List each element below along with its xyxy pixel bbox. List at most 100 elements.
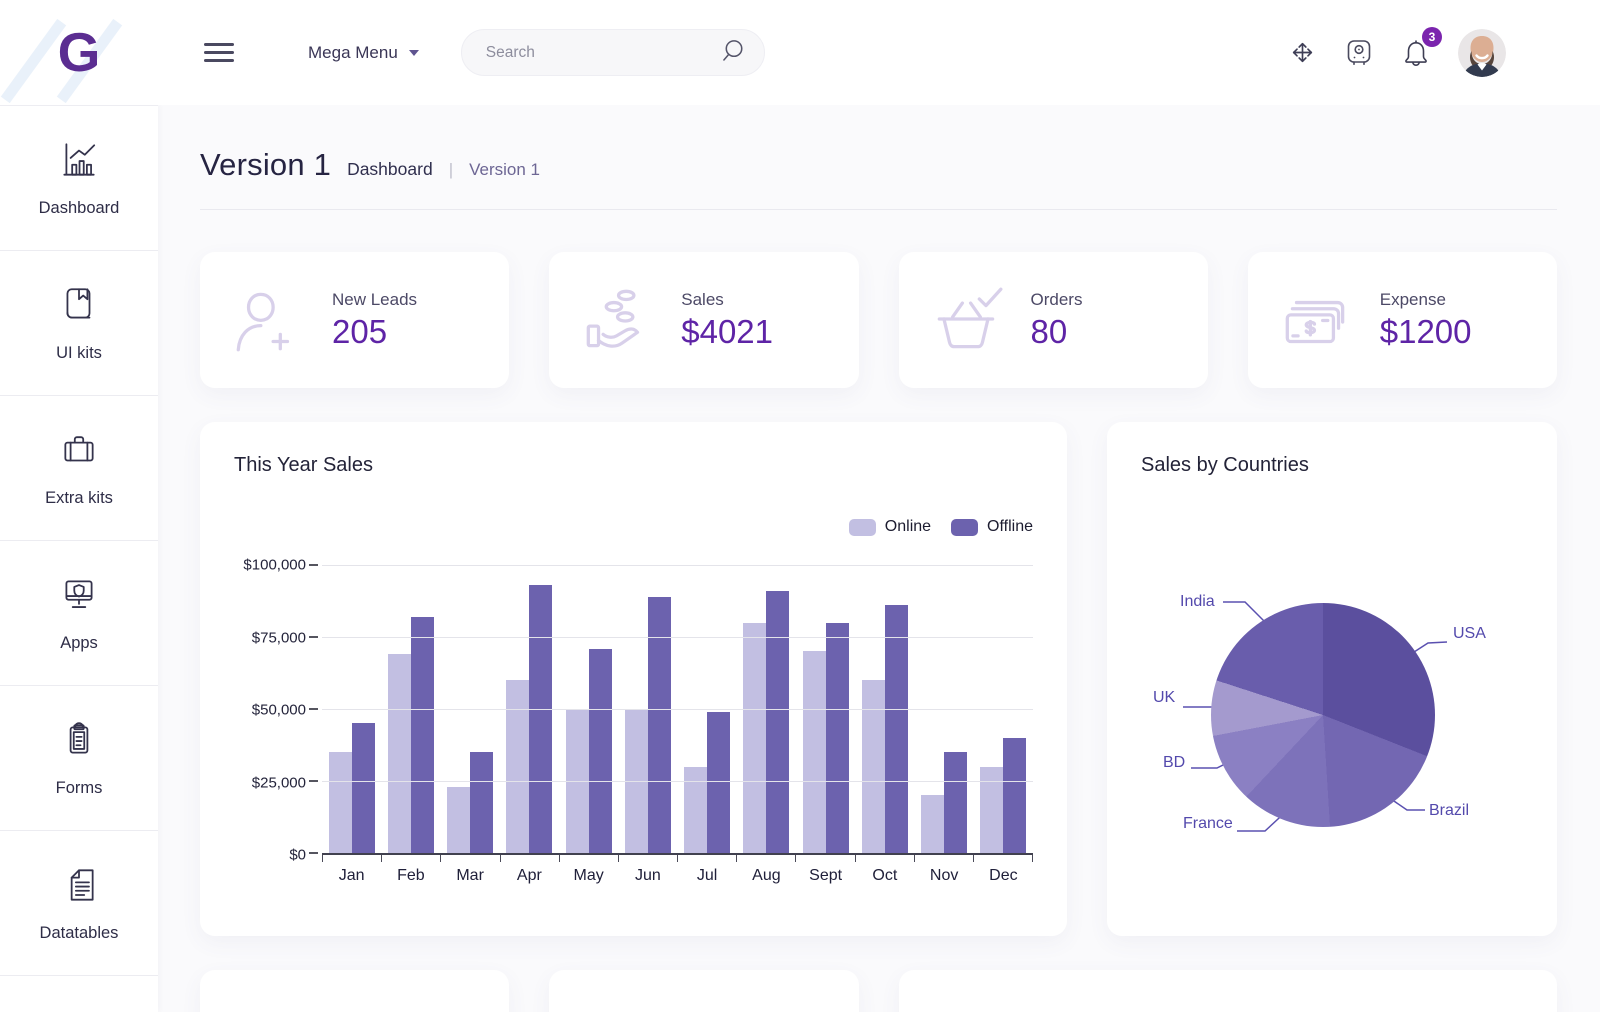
pie-label-bd: BD (1163, 754, 1186, 771)
bar-chart-plot-area (309, 564, 1033, 855)
sidebar: Dashboard UI kits Extra kits Apps Forms Datat… (0, 105, 158, 1012)
online-bar (980, 766, 1004, 853)
chevron-down-icon (408, 49, 419, 56)
x-axis-label: Aug (752, 867, 781, 884)
this-year-sales-card: This Year Sales Online Offline $0 $25,000 $… (200, 422, 1067, 936)
x-axis-tick (501, 855, 560, 862)
pie-label-brazil: Brazil (1429, 802, 1470, 819)
bottom-card-2 (549, 970, 859, 1012)
x-axis-label: Jul (696, 867, 718, 884)
x-axis-tick (441, 855, 501, 862)
navbar-actions: 3 (1288, 27, 1600, 77)
stat-label: New Leads (332, 289, 418, 309)
search-bar (460, 29, 765, 76)
offline-bar (884, 605, 908, 853)
x-axis-tick (856, 855, 915, 862)
x-axis-label: Feb (397, 867, 425, 884)
offline-bar (944, 752, 968, 853)
briefcase-icon (58, 429, 100, 476)
logo-stripe (0, 18, 67, 104)
online-bar (328, 752, 352, 853)
legend-online[interactable]: Online (848, 518, 931, 536)
fullscreen-arrows-icon[interactable] (1288, 38, 1317, 67)
hamburger-icon[interactable] (204, 37, 234, 67)
bell-icon[interactable]: 3 (1401, 27, 1442, 68)
breadcrumb-separator: | (448, 160, 454, 179)
stat-label: Expense (1379, 289, 1446, 309)
stat-text: Expense $1200 (1380, 290, 1472, 351)
bottom-cards-row (200, 970, 1557, 1012)
sidebar-item-apps[interactable]: Apps (0, 541, 158, 686)
sidebar-item-extra-kits[interactable]: Extra kits (0, 396, 158, 541)
offline-bar (529, 585, 553, 853)
offline-bar (470, 752, 494, 853)
sidebar-item-label: UI kits (56, 343, 102, 362)
search-icon[interactable] (721, 37, 748, 69)
x-axis-label: Jun (634, 867, 661, 884)
bar-chart-plot: $0 $25,000 $50,000 $75,000 $100,000 (234, 557, 1033, 864)
online-bar (684, 766, 708, 853)
stat-card-new-leads: New Leads 205 (200, 252, 510, 388)
stat-card-sales: Sales $4021 (549, 252, 859, 388)
top-navbar: G Mega Menu Search 3 (0, 0, 1600, 105)
mega-menu-dropdown[interactable]: Mega Menu (308, 43, 419, 63)
y-axis-label: $100,000 (243, 556, 306, 574)
x-axis-label: Sept (809, 867, 843, 884)
x-axis-tick (737, 855, 797, 862)
gridline (322, 637, 1033, 638)
x-axis-label: Dec (989, 867, 1018, 884)
sidebar-item-label: Dashboard (38, 198, 120, 217)
notification-badge: 3 (1422, 27, 1442, 47)
page-title: Version 1 (200, 147, 332, 182)
breadcrumb-current: Version 1 (469, 160, 540, 179)
logo[interactable]: G (0, 18, 158, 104)
x-axis-label: Oct (872, 867, 898, 884)
sidebar-item-datatables[interactable]: Datatables (0, 831, 158, 976)
x-axis-tick (323, 855, 383, 862)
book-icon (58, 284, 100, 331)
legend-swatch (951, 518, 979, 536)
x-axis-label: Apr (516, 867, 542, 884)
sidebar-item-ui-kits[interactable]: UI kits (0, 251, 158, 396)
sidebar-item-forms[interactable]: Forms (0, 686, 158, 831)
online-bar (447, 786, 471, 853)
apps-box-icon[interactable] (1344, 38, 1374, 68)
breadcrumb-section[interactable]: Dashboard (347, 159, 433, 180)
legend-swatch (848, 518, 876, 536)
offline-bar (1003, 737, 1027, 853)
legend-offline[interactable]: Offline (951, 518, 1033, 536)
x-axis-tick (619, 855, 679, 862)
user-avatar[interactable] (1458, 28, 1506, 77)
pie-label-usa: USA (1453, 625, 1486, 642)
x-axis-tick (560, 855, 619, 862)
x-axis-tick (678, 855, 738, 862)
main-content: Version 1 Dashboard | Version 1 New Lead… (158, 105, 1600, 1012)
online-bar (802, 651, 826, 853)
y-axis-label: $0 (289, 846, 306, 864)
offline-bar (351, 723, 375, 853)
x-axis-label: May (573, 867, 604, 884)
header-divider (200, 209, 1557, 210)
offline-bar (647, 596, 671, 853)
stat-value: $4021 (681, 312, 774, 350)
sidebar-item-dashboard[interactable]: Dashboard (0, 106, 158, 251)
clipboard-icon (58, 719, 100, 766)
logo-letter: G (57, 21, 101, 83)
search-input[interactable] (483, 42, 721, 63)
charts-row: This Year Sales Online Offline $0 $25,000 $… (200, 422, 1557, 936)
stat-text: Orders 80 (1031, 290, 1083, 351)
stat-value: 80 (1030, 312, 1068, 350)
stat-value: 205 (332, 312, 388, 350)
x-axis-label: Mar (456, 867, 484, 884)
sidebar-item-label: Extra kits (45, 488, 113, 507)
stat-card-expense: Expense $1200 (1247, 252, 1557, 388)
y-axis-tick (309, 780, 318, 782)
online-bar (861, 680, 885, 853)
hand-coins-icon (571, 285, 663, 355)
y-axis-label: $25,000 (251, 774, 306, 791)
stat-card-orders: Orders 80 (898, 252, 1208, 388)
x-axis-tick (382, 855, 442, 862)
bottom-card-1 (200, 970, 510, 1012)
gridline (322, 709, 1033, 710)
online-bar (506, 680, 530, 853)
